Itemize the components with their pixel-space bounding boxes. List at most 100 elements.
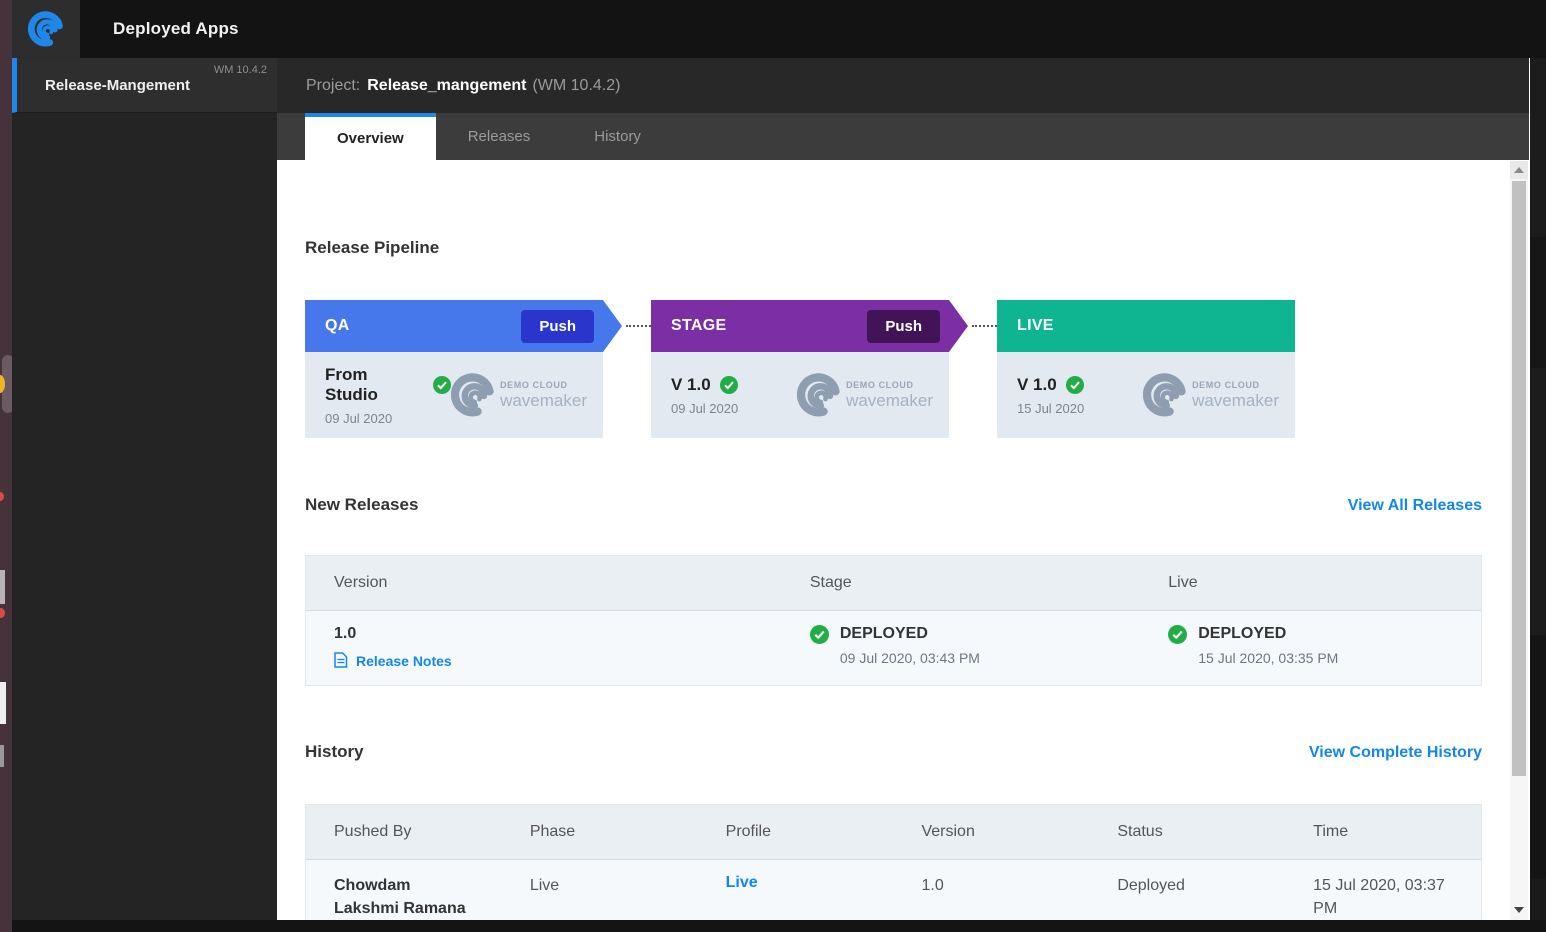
view-complete-history-link[interactable]: View Complete History [1309, 744, 1482, 762]
view-all-releases-link[interactable]: View All Releases [1348, 497, 1482, 515]
demo-cloud-brand: DEMO CLOUD wavemaker [797, 373, 933, 417]
brand-line1: DEMO CLOUD [846, 380, 933, 390]
success-check-icon [433, 376, 451, 394]
live-deploy-status: DEPLOYED [1198, 625, 1338, 643]
white-app-icon[interactable] [0, 682, 6, 724]
pipeline-connector-line [972, 325, 997, 327]
gray-app-icon[interactable] [0, 745, 4, 767]
stage-date: 09 Jul 2020 [325, 411, 451, 426]
column-header-version: Version [893, 823, 1089, 841]
stage-card-stage: STAGE Push V 1.0 09 Jul 2020 [651, 300, 949, 438]
stage-deploy-status: DEPLOYED [840, 625, 980, 643]
table-header-row: Pushed By Phase Profile Version Status T… [306, 805, 1481, 860]
push-button-stage[interactable]: Push [867, 310, 940, 343]
project-name: Release_mangement [367, 77, 526, 95]
success-check-icon [720, 376, 738, 394]
brand-line2: wavemaker [500, 391, 587, 411]
stage-arrow-icon [949, 300, 968, 352]
wavemaker-wave-icon [451, 373, 495, 417]
brand-line2: wavemaker [846, 391, 933, 411]
history-version: 1.0 [893, 874, 1089, 920]
pipeline-connector-line [626, 325, 651, 327]
stage-name: QA [325, 317, 521, 335]
project-version: (WM 10.4.2) [532, 77, 620, 95]
main-panel: Project: Release_mangement (WM 10.4.2) O… [277, 58, 1529, 920]
top-bar: Deployed Apps [12, 0, 1546, 58]
demo-cloud-brand: DEMO CLOUD wavemaker [451, 373, 587, 417]
page-title: Deployed Apps [113, 0, 239, 58]
scrollbar-thumb[interactable] [1512, 181, 1526, 776]
wavemaker-wave-icon [797, 373, 841, 417]
column-header-profile: Profile [698, 823, 894, 841]
release-pipeline: QA Push From Studio 09 Jul 2020 [305, 300, 1482, 438]
screen: Deployed Apps Release-Mangement WM 10.4.… [0, 0, 1546, 932]
stage-date: 09 Jul 2020 [671, 401, 738, 416]
wavemaker-wave-icon [1143, 373, 1187, 417]
release-notes-link[interactable]: Release Notes [334, 652, 782, 669]
history-title: History [305, 742, 364, 762]
notification-dot-icon [0, 492, 4, 501]
success-check-icon [810, 625, 829, 644]
wavemaker-logo-button[interactable] [12, 0, 80, 58]
tab-overview[interactable]: Overview [305, 113, 436, 160]
success-check-icon [1168, 625, 1187, 644]
stage-version: V 1.0 [671, 375, 711, 395]
new-releases-title: New Releases [305, 495, 418, 515]
column-header-phase: Phase [502, 823, 698, 841]
demo-cloud-brand: DEMO CLOUD wavemaker [1143, 373, 1279, 417]
success-check-icon [1066, 376, 1084, 394]
sidebar: Release-Mangement WM 10.4.2 [12, 58, 277, 920]
project-header: Project: Release_mangement (WM 10.4.2) [277, 58, 1529, 113]
history-profile-link[interactable]: Live [726, 874, 758, 891]
brand-line2: wavemaker [1192, 391, 1279, 411]
history-phase: Live [502, 874, 698, 920]
table-row: Chowdam Lakshmi Ramana Live Live 1.0 Dep… [306, 860, 1481, 920]
stage-name: LIVE [1017, 317, 1286, 335]
stage-date: 15 Jul 2020 [1017, 401, 1084, 416]
column-header-stage: Stage [782, 574, 1140, 592]
brand-line1: DEMO CLOUD [1192, 380, 1279, 390]
history-status: Deployed [1089, 874, 1285, 920]
tab-history[interactable]: History [562, 113, 673, 160]
tab-releases[interactable]: Releases [436, 113, 563, 160]
release-version: 1.0 [334, 625, 782, 643]
stage-version: V 1.0 [1017, 375, 1057, 395]
stage-version: From Studio [325, 365, 424, 405]
table-row: 1.0 Release Notes DEPLOYED 09 Jul 2020, … [306, 611, 1481, 685]
table-header-row: Version Stage Live [306, 556, 1481, 611]
live-deploy-time: 15 Jul 2020, 03:35 PM [1198, 650, 1338, 666]
column-header-version: Version [306, 574, 782, 592]
push-button-qa[interactable]: Push [521, 310, 594, 343]
column-header-live: Live [1140, 574, 1481, 592]
history-table: Pushed By Phase Profile Version Status T… [305, 804, 1482, 920]
overview-content: Release Pipeline QA Push From Studio [277, 160, 1529, 920]
column-header-pushed-by: Pushed By [306, 823, 502, 841]
stage-card-live: LIVE V 1.0 15 Jul 2020 [997, 300, 1295, 438]
sidebar-item-label: Release-Mangement [45, 58, 190, 113]
stage-name: STAGE [671, 317, 867, 335]
scroll-up-arrow[interactable] [1510, 161, 1528, 179]
release-pipeline-title: Release Pipeline [305, 160, 1482, 258]
stage-deploy-time: 09 Jul 2020, 03:43 PM [840, 650, 980, 666]
project-label: Project: [306, 77, 360, 95]
column-header-status: Status [1089, 823, 1285, 841]
column-header-time: Time [1285, 823, 1481, 841]
scroll-down-arrow[interactable] [1510, 902, 1528, 918]
document-icon [334, 652, 348, 669]
brand-line1: DEMO CLOUD [500, 380, 587, 390]
history-time: 15 Jul 2020, 03:37 PM [1285, 874, 1481, 920]
history-pushed-by: Chowdam Lakshmi Ramana [306, 874, 502, 920]
vertical-scrollbar [1510, 161, 1528, 920]
os-dock-strip [0, 0, 12, 932]
background-window-strip [1530, 58, 1546, 920]
sidebar-item-version-badge: WM 10.4.2 [214, 64, 267, 76]
stage-arrow-icon [603, 300, 622, 352]
new-releases-table: Version Stage Live 1.0 Release Notes [305, 555, 1482, 686]
gray-app-icon[interactable] [0, 570, 5, 604]
stage-card-qa: QA Push From Studio 09 Jul 2020 [305, 300, 603, 438]
wavemaker-wave-icon [28, 11, 64, 47]
tab-bar: Overview Releases History [277, 113, 1529, 160]
sidebar-item-release-mangement[interactable]: Release-Mangement WM 10.4.2 [12, 58, 277, 113]
notification-dot-icon [0, 608, 5, 618]
bottom-taskbar [12, 920, 1546, 932]
